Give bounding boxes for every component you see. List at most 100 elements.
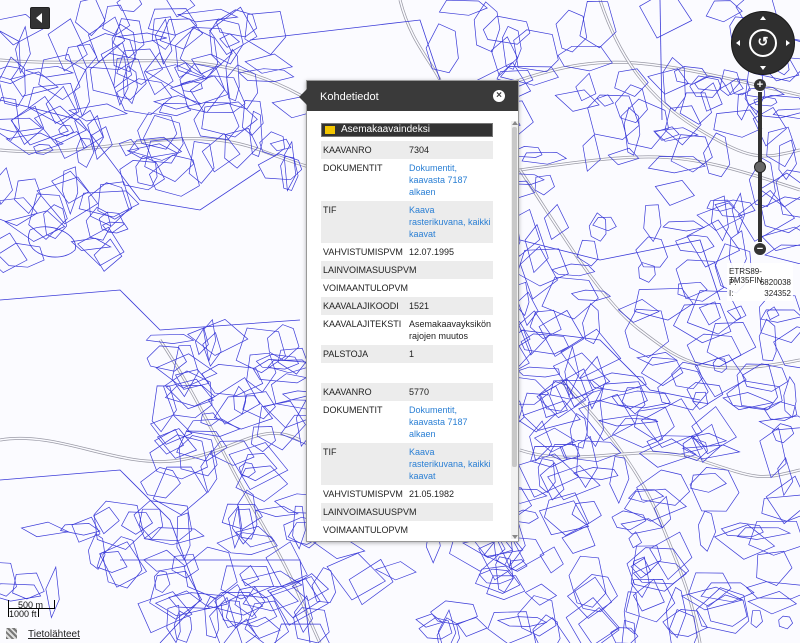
- scrollbar-thumb[interactable]: [512, 127, 517, 467]
- attribute-value: [409, 524, 491, 536]
- parcel-boundary: [59, 523, 101, 536]
- attribute-row: DOKUMENTIT Dokumentit, kaavasta 7187 alka…: [321, 401, 493, 443]
- parcel-boundary: [143, 549, 186, 572]
- attribute-key: KAAVALAJIKOODI: [323, 301, 399, 311]
- parcel-boundary: [761, 226, 800, 251]
- parcel-boundary: [10, 71, 59, 97]
- attribute-key: VAHVISTUMISPVM: [323, 247, 403, 257]
- parcel-boundary: [592, 216, 617, 232]
- parcel-boundary: [587, 94, 640, 140]
- attribute-row: TIF Kaava rasterikuvana, kaikki kaavat: [321, 201, 493, 243]
- parcel-boundary: [27, 83, 80, 126]
- parcel-boundary: [64, 43, 98, 71]
- attribute-key: LAINVOIMASUUSPVM: [323, 507, 417, 517]
- parcel-boundary: [623, 591, 640, 635]
- parcel-boundary: [677, 281, 708, 299]
- parcel-boundary: [675, 259, 725, 302]
- zoom-slider-handle[interactable]: [754, 161, 766, 173]
- parcel-boundary: [213, 395, 274, 430]
- parcel-boundary: [58, 125, 74, 137]
- parcel-boundary: [12, 572, 45, 600]
- parcel-boundary: [88, 533, 106, 570]
- attribute-link[interactable]: Dokumentit, kaavasta 7187 alkaen: [409, 404, 491, 440]
- parcel-boundary: [731, 192, 745, 235]
- popup-body[interactable]: Asemakaavaindeksi KAAVANRO 7304 DOKUMENTIT…: [313, 117, 507, 537]
- parcel-boundary: [565, 597, 620, 643]
- pan-left-arrow-icon[interactable]: [736, 40, 740, 46]
- parcel-boundary: [574, 574, 618, 613]
- navigation-control[interactable]: ↺: [731, 11, 795, 75]
- parcel-boundary: [140, 467, 181, 499]
- back-button[interactable]: [30, 7, 50, 29]
- parcel-boundary: [649, 531, 693, 581]
- parcel-boundary: [201, 101, 258, 138]
- parcel-boundary: [147, 8, 198, 36]
- parcel-boundary: [116, 78, 173, 116]
- close-icon[interactable]: ×: [493, 90, 505, 102]
- parcel-boundary: [425, 23, 459, 74]
- attribute-value: [409, 506, 491, 518]
- parcel-boundary: [76, 138, 95, 168]
- attribute-value: 21.05.1982: [409, 489, 455, 499]
- attribute-link[interactable]: Kaava rasterikuvana, kaikki kaavat: [409, 446, 491, 482]
- parcel-boundary: [121, 511, 153, 535]
- scroll-down-icon[interactable]: [512, 535, 518, 539]
- parcel-boundary: [51, 170, 90, 204]
- parcel-boundary: [589, 372, 647, 393]
- parcel-boundary: [764, 244, 800, 264]
- layer-header: Asemakaavaindeksi: [321, 123, 493, 137]
- zoom-out-button[interactable]: −: [754, 243, 766, 255]
- parcel-boundary: [566, 576, 613, 619]
- parcel-boundary: [137, 112, 178, 150]
- parcel-boundary: [133, 500, 193, 542]
- parcel-boundary: [737, 190, 796, 242]
- parcel-boundary: [88, 182, 130, 227]
- parcel-boundary: [265, 541, 308, 587]
- attribute-link[interactable]: Kaava rasterikuvana, kaikki kaavat: [409, 204, 491, 240]
- pan-down-arrow-icon[interactable]: [760, 66, 766, 70]
- parcel-boundary: [487, 611, 532, 643]
- parcel-boundary: [713, 524, 776, 560]
- parcel-boundary: [482, 15, 531, 45]
- parcel-boundary: [623, 488, 687, 522]
- popup-pointer: [299, 89, 307, 105]
- popup-scrollbar[interactable]: [511, 121, 518, 539]
- compass-return-icon[interactable]: ↺: [749, 29, 777, 57]
- parcel-boundary: [151, 385, 177, 433]
- parcel-boundary: [97, 181, 133, 220]
- parcel-boundary: [145, 333, 195, 344]
- attribute-row: TIF Kaava rasterikuvana, kaikki kaavat: [321, 443, 493, 485]
- parcel-boundary: [696, 587, 750, 634]
- parcel-boundary: [714, 199, 756, 218]
- parcel-boundary: [25, 65, 75, 78]
- scale-bar: 500 m 1000 ft: [6, 597, 66, 621]
- parcel-boundary: [544, 492, 590, 536]
- parcel-boundary: [0, 562, 17, 597]
- return-glyph: ↺: [757, 34, 769, 49]
- parcel-boundary: [628, 531, 643, 549]
- zoom-in-button[interactable]: +: [754, 79, 766, 91]
- parcel-boundary: [517, 595, 557, 637]
- attribute-row: LAINVOIMASUUSPVM: [321, 503, 493, 521]
- parcel-boundary: [220, 594, 278, 628]
- parcel-boundary: [75, 0, 106, 37]
- attribute-value: 1521: [409, 301, 430, 311]
- scroll-up-icon[interactable]: [512, 121, 518, 125]
- parcel-boundary: [638, 262, 656, 283]
- parcel-boundary: [242, 100, 264, 136]
- parcel-boundary: [766, 306, 780, 321]
- attribute-link[interactable]: Dokumentit, kaavasta 7187 alkaen: [409, 162, 491, 198]
- road: [0, 431, 301, 464]
- parcel-boundary: [662, 220, 705, 232]
- pan-up-arrow-icon[interactable]: [760, 16, 766, 20]
- pan-right-arrow-icon[interactable]: [786, 40, 790, 46]
- data-sources-link[interactable]: Tietolähteet: [28, 629, 80, 640]
- parcel-boundary: [152, 95, 202, 110]
- parcel-boundary: [673, 66, 708, 85]
- parcel-boundary: [555, 9, 588, 53]
- scale-feet: 1000 ft: [9, 609, 37, 619]
- attribute-row: KAAVANRO 7304: [321, 141, 493, 159]
- i-value: 324352: [764, 289, 791, 298]
- attribute-row: KAAVALAJITEKSTI Asemakaavayksikön rajojen…: [321, 315, 493, 345]
- attribute-value: 7304: [409, 145, 430, 155]
